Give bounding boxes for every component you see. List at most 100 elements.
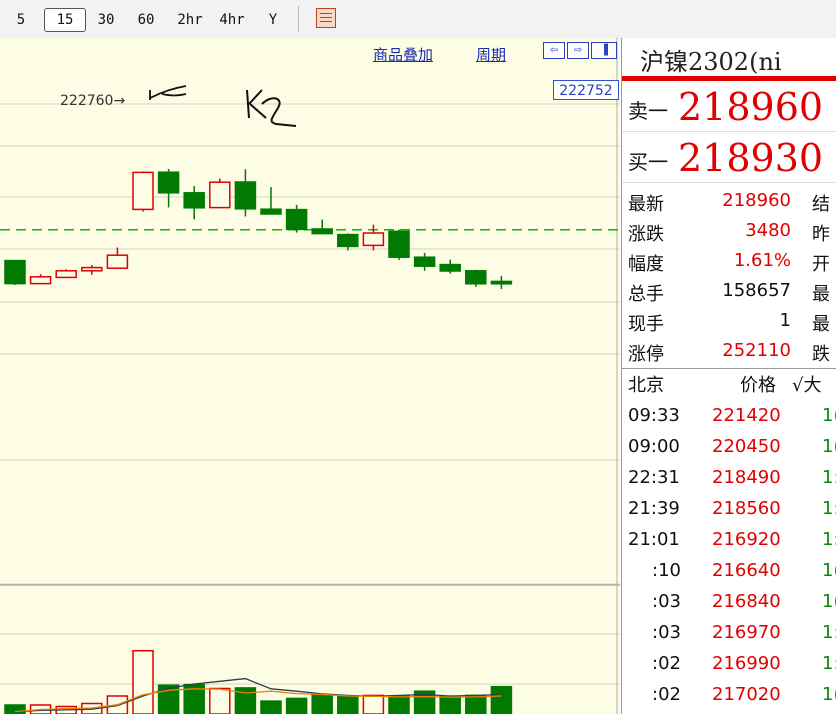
volume-bar xyxy=(311,694,333,714)
tick-row[interactable]: 09:33 221420 1( xyxy=(622,403,836,434)
stat-value: 1 xyxy=(779,310,791,331)
annotation-k1-mark xyxy=(149,85,187,100)
stat-value: 3480 xyxy=(745,220,791,241)
candle-body xyxy=(337,233,359,248)
candle-body xyxy=(311,228,333,235)
candle-body xyxy=(183,192,205,209)
tick-volume: 1( xyxy=(822,436,836,457)
stat-label-2: 昨 xyxy=(812,224,830,245)
volume-bar xyxy=(285,697,308,714)
kline-chart[interactable]: 商品叠加 周期 ⇦ ⇨ ▐ 222752 222760→ xyxy=(0,38,620,714)
timeframe-tab-15[interactable]: 15 xyxy=(44,8,86,32)
tick-time: 09:00 xyxy=(628,436,680,457)
volume-bar xyxy=(209,687,231,714)
tick-volume: 1: xyxy=(822,498,836,519)
tick-row[interactable]: :03 216840 1( xyxy=(622,589,836,620)
candle-body xyxy=(490,280,513,285)
tick-price: 216840 xyxy=(712,591,781,612)
tick-price: 220450 xyxy=(712,436,781,457)
overlay-commodity-link[interactable]: 商品叠加 xyxy=(373,44,433,65)
tick-time: :03 xyxy=(652,622,681,643)
stat-label-2: 最 xyxy=(812,284,830,305)
scroll-left-icon[interactable]: ⇦ xyxy=(543,42,565,59)
contract-title: 沪镍2302(ni xyxy=(640,48,782,76)
volume-bar xyxy=(439,695,461,714)
volume-bar xyxy=(4,704,26,714)
tick-volume: 1: xyxy=(822,529,836,550)
volume-bar xyxy=(337,695,359,714)
volume-bar xyxy=(362,694,385,714)
stat-row: 涨停 252110 跌 xyxy=(622,338,836,368)
stat-label: 最新 xyxy=(628,194,664,215)
tick-volume: 1: xyxy=(822,467,836,488)
timeframe-tab-Y[interactable]: Y xyxy=(262,8,284,32)
tick-time: 21:39 xyxy=(628,498,680,519)
tick-price: 218560 xyxy=(712,498,781,519)
tick-row[interactable]: :03 216970 1: xyxy=(622,620,836,651)
timeframe-tab-5[interactable]: 5 xyxy=(8,8,34,32)
tick-price: 217020 xyxy=(712,684,781,705)
candle-body xyxy=(285,208,308,231)
sell1-label: 卖一 xyxy=(628,99,668,123)
tick-time: :02 xyxy=(652,684,681,705)
scroll-right-icon[interactable]: ⇨ xyxy=(567,42,589,59)
candle-body xyxy=(29,276,52,285)
volume-bar xyxy=(490,685,513,714)
toolbar-divider xyxy=(298,6,299,32)
ticks-header-time: 北京 xyxy=(628,375,664,396)
kline-chart-svg[interactable] xyxy=(0,38,620,714)
stat-label-2: 开 xyxy=(812,254,830,275)
candle-body xyxy=(439,263,461,272)
tick-price: 216640 xyxy=(712,560,781,581)
volume-bar xyxy=(260,700,282,714)
timeframe-tab-60[interactable]: 60 xyxy=(130,8,162,32)
volume-bar xyxy=(465,694,487,714)
tick-price: 216990 xyxy=(712,653,781,674)
tick-row[interactable]: 21:39 218560 1: xyxy=(622,496,836,527)
candle-body xyxy=(209,181,231,209)
timeframe-tab-4hr[interactable]: 4hr xyxy=(214,8,250,32)
volume-bar xyxy=(388,695,410,714)
sell1-row: 卖一 218960 xyxy=(622,83,836,132)
candle-body xyxy=(157,171,180,194)
buy1-price: 218930 xyxy=(678,136,824,180)
stat-label: 涨停 xyxy=(628,344,664,365)
ticks-header-price: 价格 xyxy=(740,375,776,396)
tick-price: 216920 xyxy=(712,529,781,550)
candle-body xyxy=(413,256,436,267)
tick-row[interactable]: 21:01 216920 1: xyxy=(622,527,836,558)
chart-nav-icons: ⇦ ⇨ ▐ xyxy=(543,42,619,60)
candle-body xyxy=(260,208,282,215)
candle-body xyxy=(388,230,410,258)
tick-time: 22:31 xyxy=(628,467,680,488)
candle-body xyxy=(465,270,487,285)
tick-volume: 1( xyxy=(822,684,836,705)
buy1-row: 买一 218930 xyxy=(622,134,836,183)
tick-time: 21:01 xyxy=(628,529,680,550)
panel-toggle-icon[interactable]: ▐ xyxy=(591,42,617,59)
stat-value: 1.61% xyxy=(733,250,791,271)
buy1-label: 买一 xyxy=(628,150,668,174)
timeframe-tab-2hr[interactable]: 2hr xyxy=(172,8,208,32)
timeframe-tab-30[interactable]: 30 xyxy=(90,8,122,32)
tick-volume: 1( xyxy=(822,591,836,612)
tick-row[interactable]: :02 217020 1( xyxy=(622,682,836,713)
tick-row[interactable]: 09:00 220450 1( xyxy=(622,434,836,465)
stat-row: 总手 158657 最 xyxy=(622,278,836,308)
tick-time: :02 xyxy=(652,653,681,674)
ticks-header: 北京 价格 √大 xyxy=(622,369,836,399)
tick-row[interactable]: :10 216640 1( xyxy=(622,558,836,589)
tick-volume: 1: xyxy=(822,622,836,643)
tick-row[interactable]: :02 216990 1: xyxy=(622,651,836,682)
period-link[interactable]: 周期 xyxy=(476,44,506,65)
tick-time: :10 xyxy=(652,560,681,581)
grid-icon[interactable] xyxy=(316,8,336,28)
cursor-price-tag: 222752 xyxy=(553,80,619,100)
candle-body xyxy=(132,171,154,211)
tick-price: 221420 xyxy=(712,405,781,426)
stat-label: 幅度 xyxy=(628,254,664,275)
stat-label-2: 结 xyxy=(812,194,830,215)
stat-row: 最新 218960 结 xyxy=(622,188,836,218)
quote-panel: 沪镍2302(ni 卖一 218960 买一 218930 最新 218960 结涨… xyxy=(621,38,836,714)
tick-row[interactable]: 22:31 218490 1: xyxy=(622,465,836,496)
